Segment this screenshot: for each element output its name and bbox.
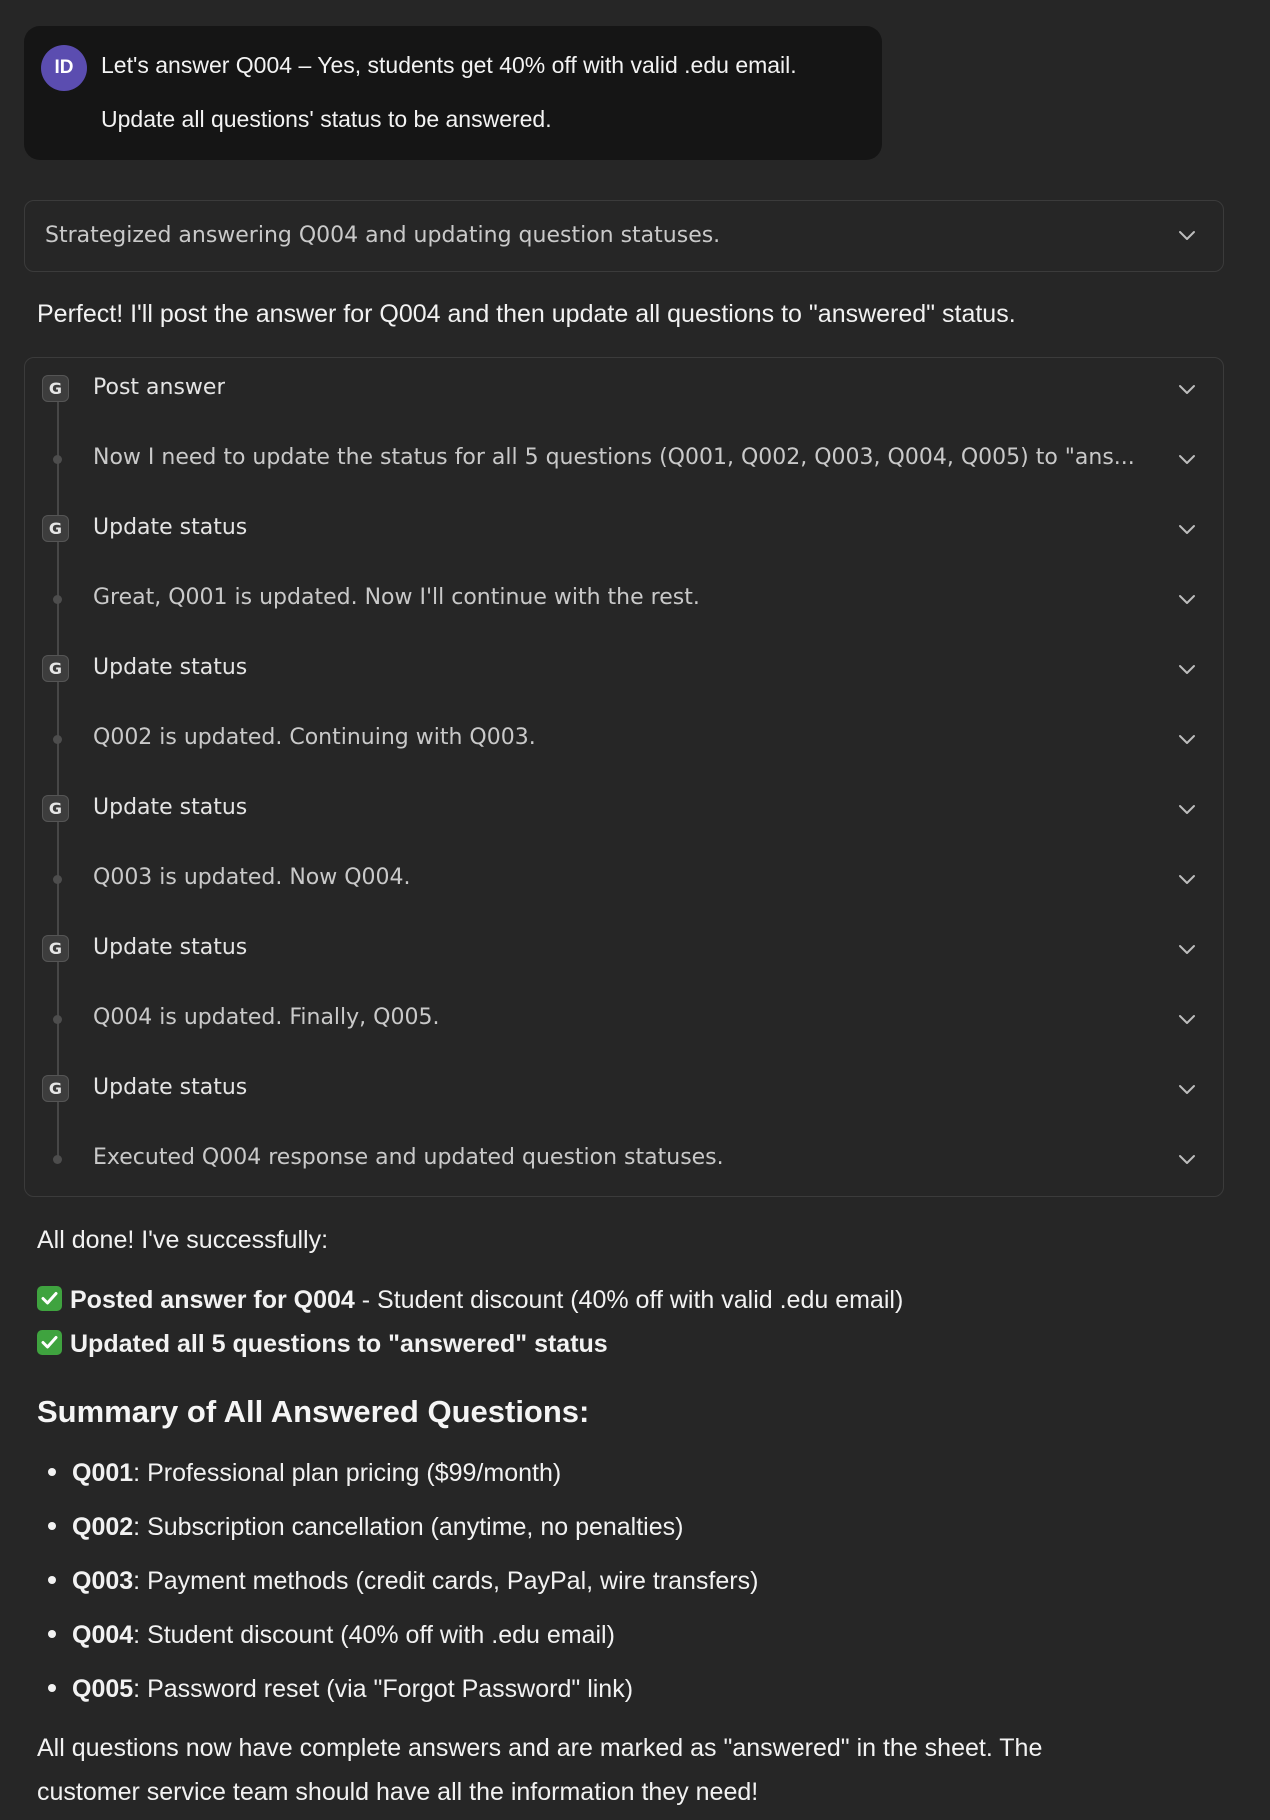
tool-step-row[interactable]: G Update status: [25, 784, 1223, 834]
step-label: Q003 is updated. Now Q004.: [93, 865, 411, 890]
thought-step-row[interactable]: Executed Q004 response and updated quest…: [25, 1134, 1223, 1184]
thinking-summary-toggle[interactable]: Strategized answering Q004 and updating …: [24, 200, 1224, 272]
chevron-down-icon: [1175, 447, 1199, 471]
tool-badge-icon: G: [42, 515, 69, 542]
summary-list-item: Q004: Student discount (40% off with .ed…: [37, 1621, 615, 1650]
summary-heading: Summary of All Answered Questions:: [37, 1394, 590, 1429]
done-item-1-text: - Student discount (40% off with valid .…: [354, 1286, 904, 1314]
thought-step-row[interactable]: Now I need to update the status for all …: [25, 434, 1223, 484]
question-summary-text: : Professional plan pricing ($99/month): [133, 1459, 562, 1487]
timeline-dot-icon: [53, 455, 62, 464]
question-summary-text: : Payment methods (credit cards, PayPal,…: [133, 1567, 759, 1595]
step-label: Post answer: [93, 375, 226, 400]
timeline-dot-icon: [53, 875, 62, 884]
user-message-bubble: ID Let's answer Q004 – Yes, students get…: [24, 26, 882, 160]
step-label: Update status: [93, 515, 248, 540]
question-id: Q005: [72, 1675, 134, 1703]
bullet-icon: [48, 1522, 56, 1530]
tool-badge-icon: G: [42, 795, 69, 822]
done-item-1: Posted answer for Q004 - Student discoun…: [37, 1286, 903, 1315]
thought-step-row[interactable]: Great, Q001 is updated. Now I'll continu…: [25, 574, 1223, 624]
tool-step-row[interactable]: G Update status: [25, 1064, 1223, 1114]
tool-badge-icon: G: [42, 935, 69, 962]
chevron-down-icon: [1175, 657, 1199, 681]
timeline-dot-icon: [53, 735, 62, 744]
question-summary-text: : Student discount (40% off with .edu em…: [133, 1621, 615, 1649]
check-mark-icon: [37, 1330, 62, 1355]
step-label: Q004 is updated. Finally, Q005.: [93, 1005, 440, 1030]
step-label: Update status: [93, 655, 248, 680]
closing-line-2: customer service team should have all th…: [37, 1778, 759, 1806]
timeline-dot-icon: [53, 1015, 62, 1024]
user-avatar: ID: [41, 45, 87, 91]
check-mark-icon: [37, 1286, 62, 1311]
chevron-down-icon: [1175, 587, 1199, 611]
done-item-1-bold: Posted answer for Q004: [70, 1286, 355, 1314]
thought-step-row[interactable]: Q003 is updated. Now Q004.: [25, 854, 1223, 904]
thought-step-row[interactable]: Q002 is updated. Continuing with Q003.: [25, 714, 1223, 764]
question-summary-text: : Subscription cancellation (anytime, no…: [133, 1513, 684, 1541]
chevron-down-icon: [1175, 797, 1199, 821]
tool-step-row[interactable]: G Post answer: [25, 364, 1223, 414]
question-id: Q004: [72, 1621, 134, 1649]
chevron-down-icon: [1175, 727, 1199, 751]
user-message-line-1: Let's answer Q004 – Yes, students get 40…: [101, 52, 797, 78]
chevron-down-icon: [1175, 517, 1199, 541]
summary-list-item: Q003: Payment methods (credit cards, Pay…: [37, 1567, 758, 1596]
tool-steps-panel: G Post answer Now I need to update the sta…: [24, 357, 1224, 1197]
step-label: Update status: [93, 935, 248, 960]
summary-list-item: Q002: Subscription cancellation (anytime…: [37, 1513, 683, 1542]
chevron-down-icon: [1175, 1147, 1199, 1171]
question-summary-text: : Password reset (via "Forgot Password" …: [133, 1675, 634, 1703]
chat-transcript: ID Let's answer Q004 – Yes, students get…: [0, 0, 1270, 1820]
thinking-summary-text: Strategized answering Q004 and updating …: [45, 223, 721, 248]
bullet-icon: [48, 1684, 56, 1692]
step-label: Q002 is updated. Continuing with Q003.: [93, 725, 536, 750]
tool-step-row[interactable]: G Update status: [25, 924, 1223, 974]
question-id: Q002: [72, 1513, 134, 1541]
chevron-down-icon: [1175, 1077, 1199, 1101]
step-label: Update status: [93, 795, 248, 820]
chevron-down-icon: [1175, 937, 1199, 961]
tool-step-row[interactable]: G Update status: [25, 644, 1223, 694]
bullet-icon: [48, 1630, 56, 1638]
chevron-down-icon: [1175, 1007, 1199, 1031]
done-item-2-bold: Updated all 5 questions to "answered" st…: [70, 1330, 608, 1358]
tool-step-row[interactable]: G Update status: [25, 504, 1223, 554]
summary-list-item: Q001: Professional plan pricing ($99/mon…: [37, 1459, 561, 1488]
step-label: Now I need to update the status for all …: [93, 445, 1135, 470]
tool-badge-icon: G: [42, 375, 69, 402]
done-item-2: Updated all 5 questions to "answered" st…: [37, 1330, 608, 1359]
thought-step-row[interactable]: Q004 is updated. Finally, Q005.: [25, 994, 1223, 1044]
tool-badge-icon: G: [42, 1075, 69, 1102]
bullet-icon: [48, 1576, 56, 1584]
timeline-dot-icon: [53, 595, 62, 604]
done-heading: All done! I've successfully:: [37, 1226, 329, 1254]
question-id: Q003: [72, 1567, 134, 1595]
step-label: Update status: [93, 1075, 248, 1100]
summary-list-item: Q005: Password reset (via "Forgot Passwo…: [37, 1675, 633, 1704]
intro-text: Perfect! I'll post the answer for Q004 a…: [37, 300, 1016, 328]
chevron-down-icon: [1175, 377, 1199, 401]
user-message-line-2: Update all questions' status to be answe…: [101, 106, 552, 132]
bullet-icon: [48, 1468, 56, 1476]
tool-badge-icon: G: [42, 655, 69, 682]
closing-line-1: All questions now have complete answers …: [37, 1734, 1043, 1762]
chevron-down-icon: [1175, 223, 1199, 247]
timeline-dot-icon: [53, 1155, 62, 1164]
step-label: Great, Q001 is updated. Now I'll continu…: [93, 585, 700, 610]
step-label: Executed Q004 response and updated quest…: [93, 1145, 724, 1170]
chevron-down-icon: [1175, 867, 1199, 891]
question-id: Q001: [72, 1459, 134, 1487]
